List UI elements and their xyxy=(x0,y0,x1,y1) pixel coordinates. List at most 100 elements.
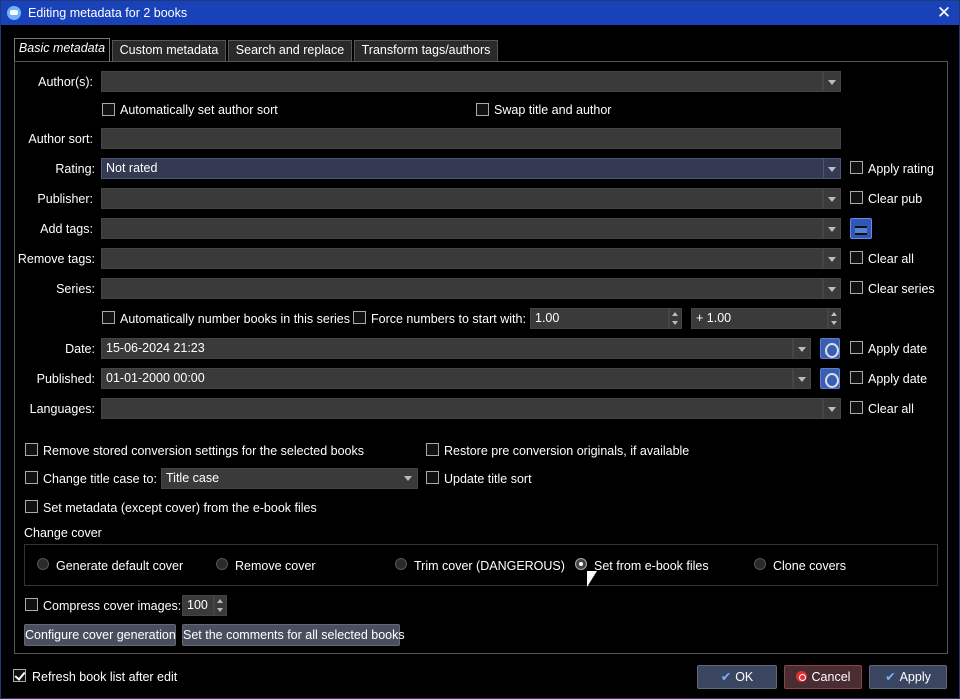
date-label: Date: xyxy=(65,342,95,356)
date-dropdown-icon[interactable] xyxy=(793,338,811,359)
update-title-sort-checkbox[interactable] xyxy=(426,471,439,484)
remove-conversion-checkbox[interactable] xyxy=(25,443,38,456)
configure-cover-button[interactable]: Configure cover generation xyxy=(24,624,176,646)
remove-tags-input[interactable] xyxy=(101,248,823,269)
change-title-case-checkbox[interactable] xyxy=(25,471,38,484)
auto-author-sort-checkbox[interactable] xyxy=(102,103,115,116)
compress-cover-checkbox[interactable] xyxy=(25,598,38,611)
start-number-input[interactable]: 1.00 xyxy=(530,308,669,329)
tag-editor-icon[interactable] xyxy=(850,218,872,239)
apply-date-checkbox[interactable] xyxy=(850,341,863,354)
force-numbers-checkbox[interactable] xyxy=(353,311,366,324)
set-from-ebook-files-label: Set from e-book files xyxy=(594,559,709,573)
auto-number-label: Automatically number books in this serie… xyxy=(120,312,350,326)
compress-quality-input[interactable]: 100 xyxy=(182,595,214,616)
remove-tags-dropdown-icon[interactable] xyxy=(823,248,841,269)
apply-rating-checkbox[interactable] xyxy=(850,161,863,174)
clear-pub-checkbox[interactable] xyxy=(850,191,863,204)
clear-all-tags-checkbox[interactable] xyxy=(850,251,863,264)
restore-originals-label: Restore pre conversion originals, if ava… xyxy=(444,444,690,458)
clear-languages-checkbox[interactable] xyxy=(850,401,863,414)
set-comments-button[interactable]: Set the comments for all selected books xyxy=(182,624,405,646)
generate-default-cover-label: Generate default cover xyxy=(56,559,184,573)
date-input[interactable]: 15-06-2024 21:23 xyxy=(101,338,793,359)
increment-input[interactable]: + 1.00 xyxy=(691,308,828,329)
check-icon xyxy=(721,670,735,684)
published-dropdown-icon[interactable] xyxy=(793,368,811,389)
cancel-button[interactable]: Cancel xyxy=(784,665,862,689)
author-sort-input[interactable] xyxy=(101,128,841,149)
author-sort-label: Author sort: xyxy=(28,132,93,146)
authors-input[interactable] xyxy=(101,71,823,92)
change-title-case-label: Change title case to: xyxy=(43,472,157,486)
mouse-cursor-icon xyxy=(587,571,597,587)
date-clear-icon[interactable] xyxy=(820,338,840,359)
ok-label: OK xyxy=(735,670,754,684)
languages-dropdown-icon[interactable] xyxy=(823,398,841,419)
swap-title-author-label: Swap title and author xyxy=(494,103,612,117)
rating-label: Rating: xyxy=(55,162,95,176)
publisher-dropdown-icon[interactable] xyxy=(823,188,841,209)
apply-pubdate-label: Apply date xyxy=(868,372,928,386)
window-title: Editing metadata for 2 books xyxy=(28,6,188,20)
rating-select[interactable]: Not rated xyxy=(101,158,841,179)
tab-transform-tags[interactable]: Transform tags/authors xyxy=(354,40,498,61)
published-label: Published: xyxy=(36,372,95,386)
apply-label: Apply xyxy=(899,670,931,684)
check-icon xyxy=(885,670,899,684)
clear-all-tags-label: Clear all xyxy=(868,252,914,266)
apply-pubdate-checkbox[interactable] xyxy=(850,371,863,384)
update-title-sort-label: Update title sort xyxy=(444,472,532,486)
set-metadata-files-label: Set metadata (except cover) from the e-b… xyxy=(43,501,317,515)
languages-input[interactable] xyxy=(101,398,823,419)
restore-originals-checkbox[interactable] xyxy=(426,443,439,456)
start-number-spinner-icon[interactable] xyxy=(669,308,682,329)
title-case-dropdown-icon[interactable] xyxy=(400,468,418,489)
clear-languages-label: Clear all xyxy=(868,402,914,416)
radio-trim-cover[interactable] xyxy=(395,558,407,570)
compress-cover-label: Compress cover images: xyxy=(43,599,182,613)
authors-dropdown-icon[interactable] xyxy=(823,71,841,92)
compress-quality-spinner-icon[interactable] xyxy=(214,595,227,616)
ok-button[interactable]: OK xyxy=(697,665,777,689)
add-tags-label: Add tags: xyxy=(40,222,93,236)
tab-search-replace[interactable]: Search and replace xyxy=(228,40,352,61)
set-metadata-files-checkbox[interactable] xyxy=(25,500,38,513)
radio-clone-covers[interactable] xyxy=(754,558,766,570)
publisher-label: Publisher: xyxy=(37,192,93,206)
clear-series-checkbox[interactable] xyxy=(850,281,863,294)
auto-number-checkbox[interactable] xyxy=(102,311,115,324)
increment-spinner-icon[interactable] xyxy=(828,308,841,329)
clear-pub-label: Clear pub xyxy=(868,192,923,206)
change-cover-heading: Change cover xyxy=(24,526,102,540)
tab-custom-metadata[interactable]: Custom metadata xyxy=(112,40,226,61)
add-tags-dropdown-icon[interactable] xyxy=(823,218,841,239)
tab-basic-metadata[interactable]: Basic metadata xyxy=(14,38,110,61)
title-case-select[interactable]: Title case xyxy=(161,468,418,489)
series-label: Series: xyxy=(56,282,95,296)
swap-title-author-checkbox[interactable] xyxy=(476,103,489,116)
auto-author-sort-label: Automatically set author sort xyxy=(120,103,278,117)
series-input[interactable] xyxy=(101,278,823,299)
publisher-input[interactable] xyxy=(101,188,823,209)
authors-label: Author(s): xyxy=(38,75,93,89)
remove-conversion-label: Remove stored conversion settings for th… xyxy=(43,444,365,458)
metadata-dialog: Editing metadata for 2 books ✕ Basic met… xyxy=(0,0,960,699)
radio-remove-cover[interactable] xyxy=(216,558,228,570)
apply-button[interactable]: Apply xyxy=(869,665,947,689)
refresh-book-list-checkbox[interactable] xyxy=(13,669,26,682)
refresh-book-list-label: Refresh book list after edit xyxy=(32,670,178,684)
app-icon xyxy=(7,6,21,20)
languages-label: Languages: xyxy=(29,402,95,416)
close-icon[interactable]: ✕ xyxy=(935,4,953,22)
clone-covers-label: Clone covers xyxy=(773,559,846,573)
series-dropdown-icon[interactable] xyxy=(823,278,841,299)
title-bar: Editing metadata for 2 books ✕ xyxy=(1,1,959,25)
radio-set-from-ebook-files[interactable] xyxy=(575,558,587,570)
remove-cover-label: Remove cover xyxy=(235,559,316,573)
rating-dropdown-icon[interactable] xyxy=(823,158,841,179)
add-tags-input[interactable] xyxy=(101,218,823,239)
radio-generate-default-cover[interactable] xyxy=(37,558,49,570)
published-clear-icon[interactable] xyxy=(820,368,840,389)
published-input[interactable]: 01-01-2000 00:00 xyxy=(101,368,793,389)
